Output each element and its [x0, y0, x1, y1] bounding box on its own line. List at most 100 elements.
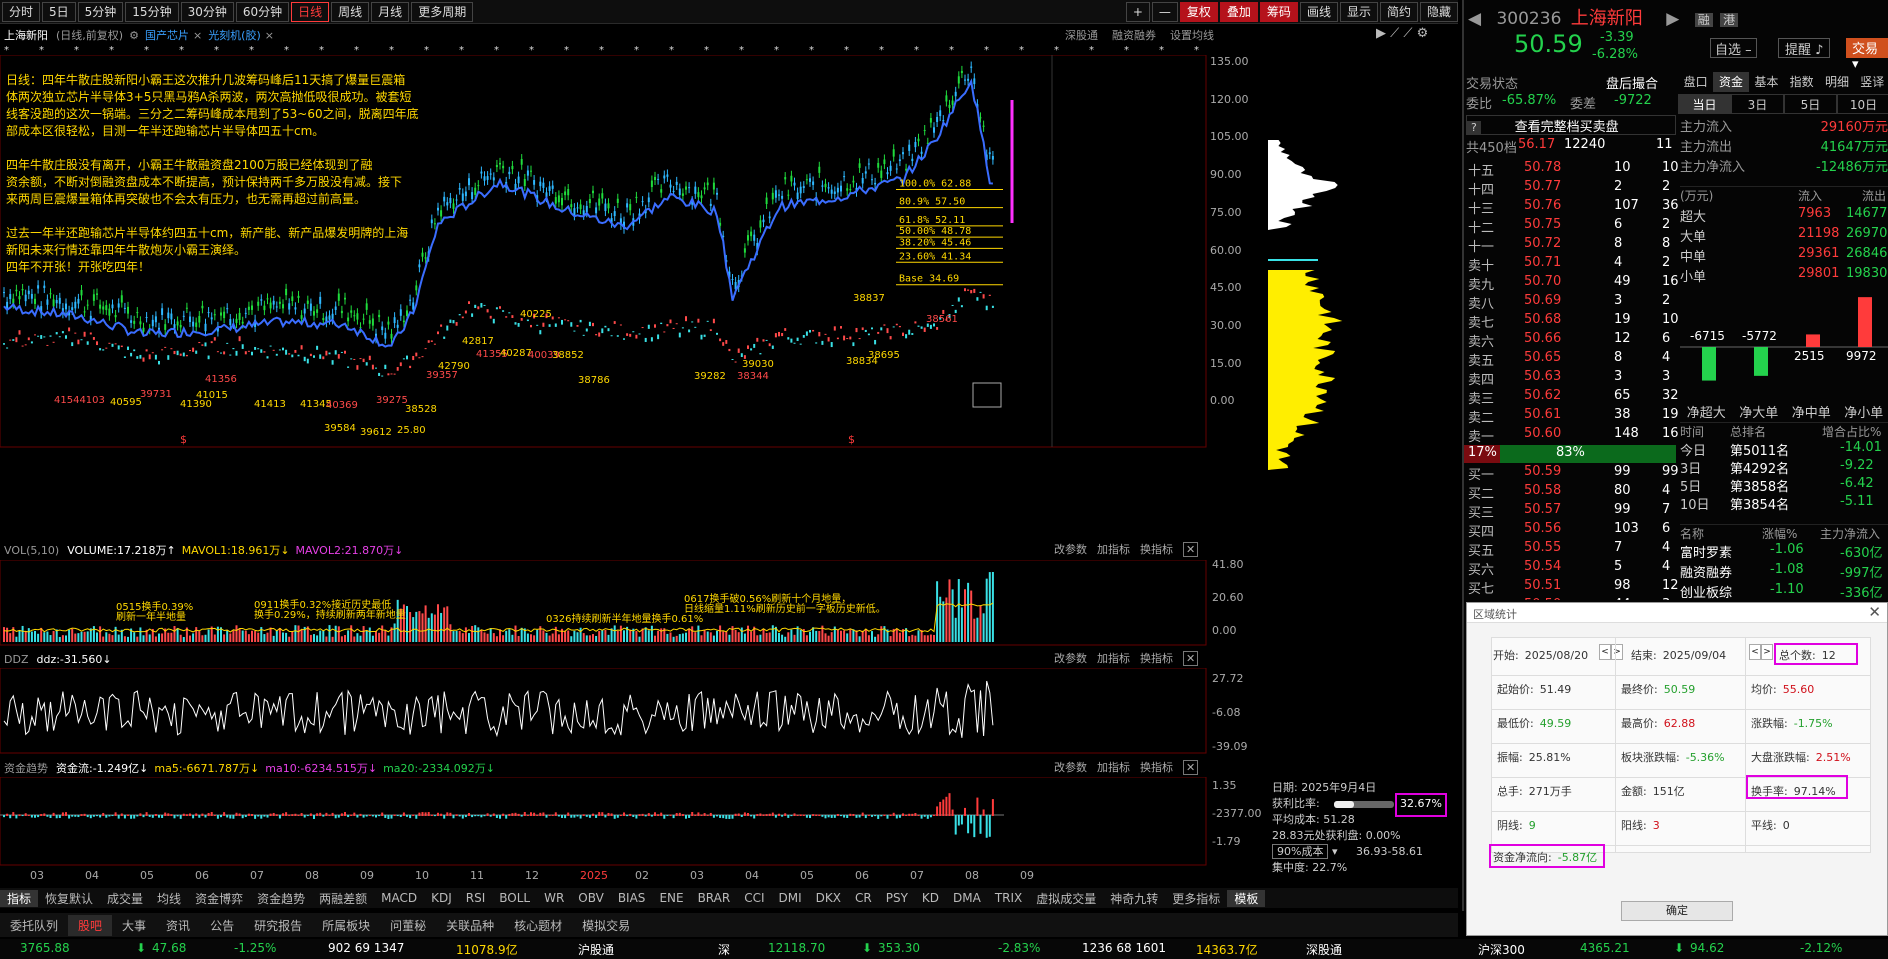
right-tab-4[interactable]: 明细 — [1819, 72, 1854, 92]
sector-row[interactable]: 富时罗素 -1.06 -630亿 — [1680, 542, 1888, 562]
bottom-tab-6[interactable]: 所属板块 — [312, 915, 380, 936]
tool-button-1[interactable]: — — [1151, 1, 1178, 22]
period-tab-5[interactable]: 60分钟 — [235, 1, 290, 22]
volume-chart[interactable]: 0515换手0.39%刷新一年半地量0911换手0.32%接近历史最低换手0.2… — [0, 560, 1458, 646]
sgt-link[interactable]: 深股通 — [1065, 27, 1098, 43]
indicator-tab-27[interactable]: 模板 — [1227, 889, 1266, 907]
tool-button-3[interactable]: 叠加 — [1219, 1, 1258, 22]
panel-button-0[interactable]: 改参数 — [1054, 761, 1087, 774]
sector-row[interactable]: 融资融券 -1.08 -997亿 — [1680, 562, 1888, 582]
period-tab-7[interactable]: 周线 — [331, 1, 370, 22]
indicator-tab-7[interactable]: MACD — [374, 891, 424, 905]
panel-button-2[interactable]: 换指标 — [1140, 761, 1173, 774]
indicator-tab-9[interactable]: RSI — [459, 891, 493, 905]
draw-tools[interactable]: ▶ ⟋ ⟋ ⚙ — [1376, 26, 1458, 44]
right-tab-1[interactable]: 资金 — [1713, 72, 1749, 92]
indicator-tab-2[interactable]: 成交量 — [100, 890, 150, 907]
sector-row[interactable]: 创业板综 -1.10 -336亿 — [1680, 582, 1888, 602]
bottom-tab-10[interactable]: 模拟交易 — [572, 915, 640, 936]
period-tab-6[interactable]: 日线 — [291, 1, 330, 22]
alert-button[interactable]: 提醒 ♪ — [1778, 38, 1831, 58]
indicator-tab-0[interactable]: 指标 — [0, 889, 39, 907]
tool-button-4[interactable]: 筹码 — [1259, 1, 1298, 22]
right-tab-2[interactable]: 基本 — [1749, 72, 1784, 92]
bottom-tab-2[interactable]: 大事 — [112, 915, 156, 936]
tool-button-6[interactable]: 显示 — [1339, 1, 1378, 22]
indicator-tab-10[interactable]: BOLL — [492, 891, 537, 905]
indicator-tab-18[interactable]: DKX — [809, 891, 848, 905]
tool-button-7[interactable]: 简约 — [1379, 1, 1418, 22]
indicator-tab-8[interactable]: KDJ — [424, 891, 459, 905]
tool-button-8[interactable]: 隐藏 — [1419, 1, 1458, 22]
indicator-tab-1[interactable]: 恢复默认 — [38, 890, 100, 907]
close-icon[interactable]: ✕ — [1183, 651, 1199, 666]
indicator-tab-12[interactable]: OBV — [571, 891, 611, 905]
bottom-tab-0[interactable]: 委托队列 — [0, 915, 68, 936]
ok-button[interactable]: 确定 — [1621, 901, 1733, 921]
period-tab-9[interactable]: 更多周期 — [411, 1, 474, 22]
fund-tab-1[interactable]: 3日 — [1731, 94, 1784, 114]
fund-tab-3[interactable]: 10日 — [1837, 94, 1888, 114]
bottom-tab-5[interactable]: 研究报告 — [244, 915, 312, 936]
period-tab-8[interactable]: 月线 — [371, 1, 410, 22]
fund-tab-0[interactable]: 当日 — [1678, 94, 1731, 114]
period-tab-1[interactable]: 5日 — [42, 1, 76, 22]
indicator-tab-15[interactable]: BRAR — [691, 891, 738, 905]
stepper-prev-button[interactable]: < — [1749, 644, 1761, 660]
concept-tag-litho[interactable]: 光刻机(胶) — [208, 27, 261, 43]
indicator-tab-11[interactable]: WR — [537, 891, 571, 905]
bottom-tab-7[interactable]: 问董秘 — [380, 915, 436, 936]
tool-button-2[interactable]: 复权 — [1179, 1, 1218, 22]
gear-icon[interactable]: ⚙ — [129, 29, 139, 42]
bottom-tab-4[interactable]: 公告 — [200, 915, 244, 936]
chevron-down-icon[interactable]: ▾ — [1328, 845, 1338, 858]
hgt-link[interactable]: 沪股通 — [578, 941, 614, 958]
fund-tab-2[interactable]: 5日 — [1784, 94, 1837, 114]
indicator-tab-21[interactable]: KD — [915, 891, 946, 905]
indicator-tab-17[interactable]: DMI — [772, 891, 809, 905]
panel-button-0[interactable]: 改参数 — [1054, 652, 1087, 665]
bottom-tab-3[interactable]: 资讯 — [156, 915, 200, 936]
close-icon[interactable]: ✕ — [1183, 760, 1199, 775]
panel-button-2[interactable]: 换指标 — [1140, 543, 1173, 556]
indicator-tab-20[interactable]: PSY — [879, 891, 915, 905]
indicator-tab-5[interactable]: 资金趋势 — [250, 890, 312, 907]
indicator-tab-25[interactable]: 神奇九转 — [1103, 890, 1165, 907]
watchlist-button[interactable]: 自选 – — [1710, 38, 1757, 58]
concept-tag-chip[interactable]: 国产芯片 — [145, 27, 189, 43]
right-tab-3[interactable]: 指数 — [1784, 72, 1819, 92]
indicator-tab-19[interactable]: CR — [848, 891, 879, 905]
period-tab-3[interactable]: 15分钟 — [125, 1, 179, 22]
cost-select[interactable]: 90%成本 — [1272, 844, 1329, 859]
bottom-tab-1[interactable]: 股吧 — [68, 914, 113, 936]
ddz-chart[interactable]: 27.72-6.08-39.09 — [0, 668, 1458, 754]
panel-button-1[interactable]: 加指标 — [1097, 543, 1130, 556]
close-icon[interactable]: × — [265, 29, 274, 42]
trade-button[interactable]: 交易 ▾ — [1846, 38, 1888, 72]
fund-chart[interactable]: 1.35-2377.00-1.79 — [0, 777, 1458, 867]
indicator-tab-13[interactable]: BIAS — [611, 891, 653, 905]
right-tab-0[interactable]: 盘口 — [1678, 72, 1713, 92]
period-tab-4[interactable]: 30分钟 — [180, 1, 234, 22]
period-tab-0[interactable]: 分时 — [2, 1, 41, 22]
tool-button-5[interactable]: 画线 — [1299, 1, 1338, 22]
panel-button-0[interactable]: 改参数 — [1054, 543, 1087, 556]
full-orderbook-button[interactable]: ? 查看完整档买卖盘 — [1466, 115, 1676, 135]
panel-button-2[interactable]: 换指标 — [1140, 652, 1173, 665]
close-icon[interactable]: ✕ — [1868, 603, 1881, 621]
chevron-right-icon[interactable]: ▶ — [1666, 9, 1679, 29]
indicator-tab-3[interactable]: 均线 — [150, 890, 188, 907]
sgt-link[interactable]: 深股通 — [1306, 941, 1342, 958]
indicator-tab-4[interactable]: 资金博弈 — [188, 890, 250, 907]
indicator-tab-14[interactable]: ENE — [652, 891, 690, 905]
indicator-tab-22[interactable]: DMA — [946, 891, 988, 905]
indicator-tab-23[interactable]: TRIX — [988, 891, 1029, 905]
margin-link[interactable]: 融资融券 — [1112, 27, 1156, 43]
indicator-tab-24[interactable]: 虚拟成交量 — [1029, 890, 1103, 907]
indicator-tab-6[interactable]: 两融差额 — [312, 890, 374, 907]
ma-settings-link[interactable]: 设置均线 — [1170, 27, 1214, 43]
indicator-tab-26[interactable]: 更多指标 — [1165, 890, 1227, 907]
period-tab-2[interactable]: 5分钟 — [77, 1, 124, 22]
close-icon[interactable]: × — [193, 29, 202, 42]
panel-button-1[interactable]: 加指标 — [1097, 652, 1130, 665]
